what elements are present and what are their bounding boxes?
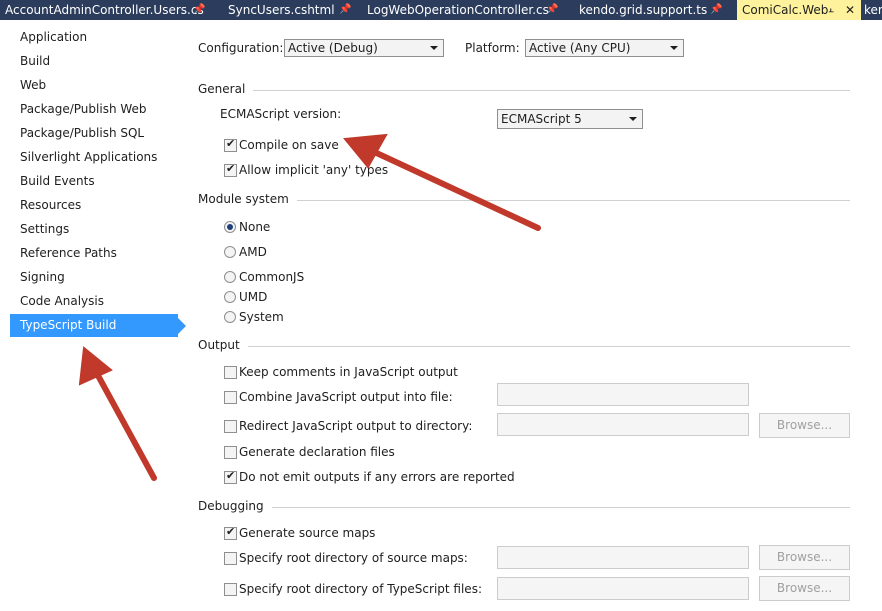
annotation-arrow-typescript-build [78,346,157,481]
annotation-arrows [78,133,541,481]
annotation-arrow-compile-on-save [343,133,541,231]
